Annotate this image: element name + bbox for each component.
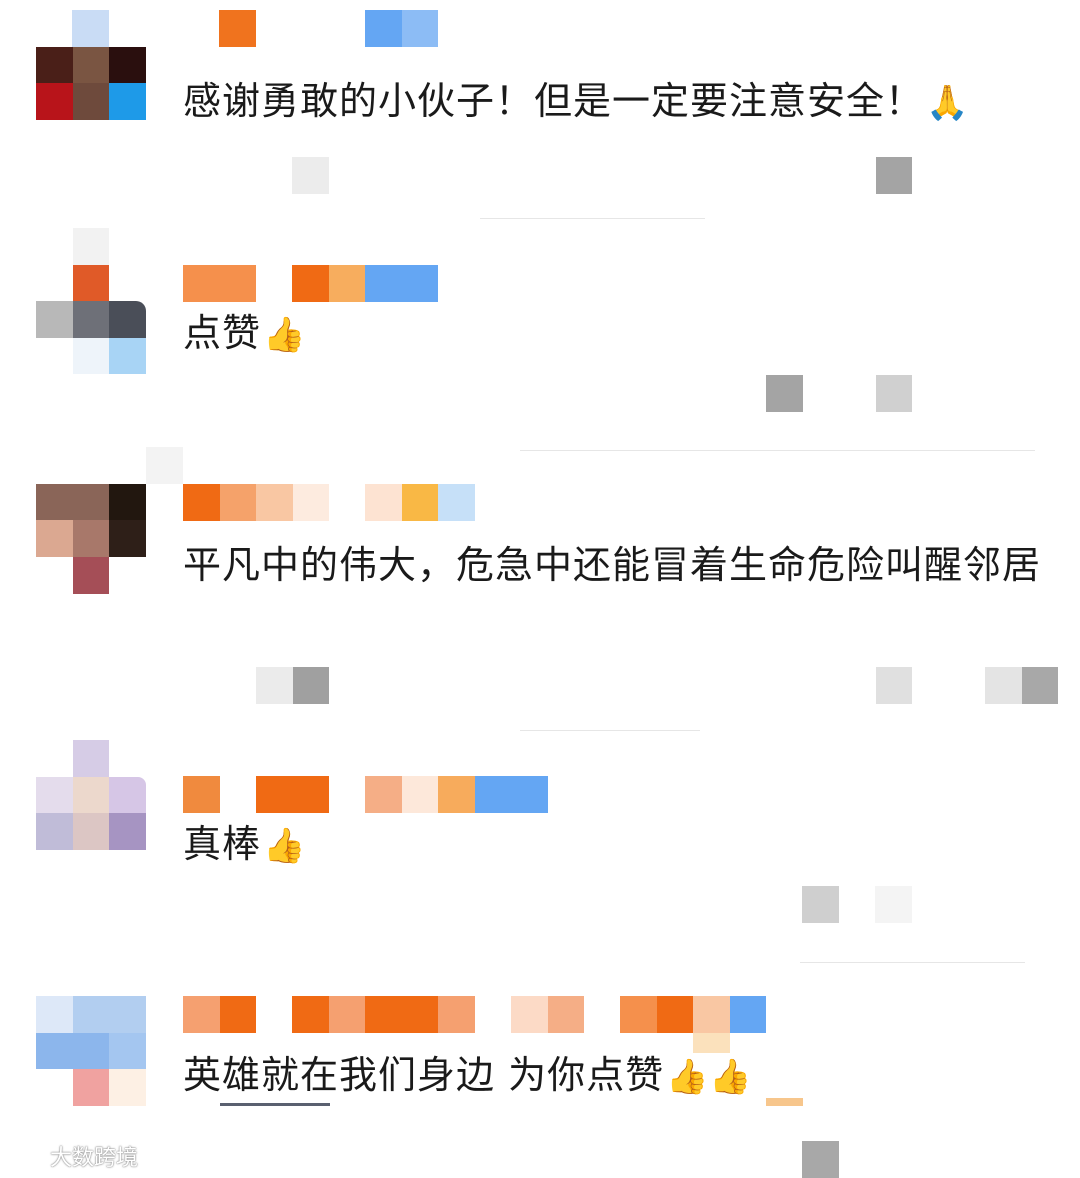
- avatar[interactable]: [36, 447, 183, 594]
- like-icon[interactable]: [876, 157, 912, 194]
- reply-icon[interactable]: [293, 667, 329, 704]
- avatar[interactable]: [36, 740, 146, 850]
- username[interactable]: [183, 776, 553, 813]
- comment-meta: [766, 375, 916, 412]
- avatar[interactable]: [36, 996, 146, 1106]
- reply-icon[interactable]: [802, 886, 839, 923]
- divider: [480, 218, 705, 219]
- comment-text: 英雄就在我们身边 为你点赞👍👍: [183, 1046, 1043, 1106]
- comment-meta: [256, 157, 936, 194]
- comment-body: 英雄就在我们身边 为你点赞: [183, 1053, 665, 1097]
- reply-icon[interactable]: [766, 375, 803, 412]
- divider: [520, 450, 1035, 451]
- watermark-text: 大数跨境: [50, 1146, 139, 1171]
- comment-body: 点赞: [183, 311, 262, 355]
- username[interactable]: [183, 996, 783, 1053]
- divider: [520, 730, 700, 731]
- comment-text: 真棒👍: [183, 815, 1043, 875]
- username[interactable]: [183, 10, 443, 47]
- comment-body: 真棒: [183, 822, 262, 866]
- username[interactable]: [183, 265, 443, 302]
- like-icon[interactable]: [876, 375, 912, 412]
- watermark-logo-icon: [10, 1149, 46, 1168]
- username[interactable]: [183, 484, 483, 521]
- thumbs-up-icon: 👍: [263, 826, 307, 866]
- thumbs-up-icon: 👍: [263, 315, 307, 355]
- comment-text: 点赞👍: [183, 304, 1043, 364]
- comment-meta: [802, 1141, 839, 1178]
- divider: [800, 962, 1025, 963]
- comment-meta: [256, 667, 1066, 704]
- comment-meta: [802, 886, 922, 923]
- avatar[interactable]: [36, 10, 146, 120]
- like-icon[interactable]: [875, 886, 912, 923]
- comment-text: 感谢勇敢的小伙子！但是一定要注意安全！🙏: [183, 72, 1043, 132]
- comment-body: 平凡中的伟大，危急中还能冒着生命危险叫醒邻居: [183, 543, 1042, 587]
- like-icon[interactable]: [1022, 667, 1058, 704]
- comment-text: 平凡中的伟大，危急中还能冒着生命危险叫醒邻居: [183, 536, 1043, 594]
- like-icon[interactable]: [802, 1141, 839, 1178]
- avatar[interactable]: [36, 228, 146, 374]
- pray-emoji-icon: 🙏: [926, 83, 970, 123]
- thumbs-up-icon: 👍👍: [666, 1057, 753, 1097]
- comment-body: 感谢勇敢的小伙子！但是一定要注意安全！: [183, 79, 925, 123]
- watermark: 大数跨境: [10, 1140, 138, 1172]
